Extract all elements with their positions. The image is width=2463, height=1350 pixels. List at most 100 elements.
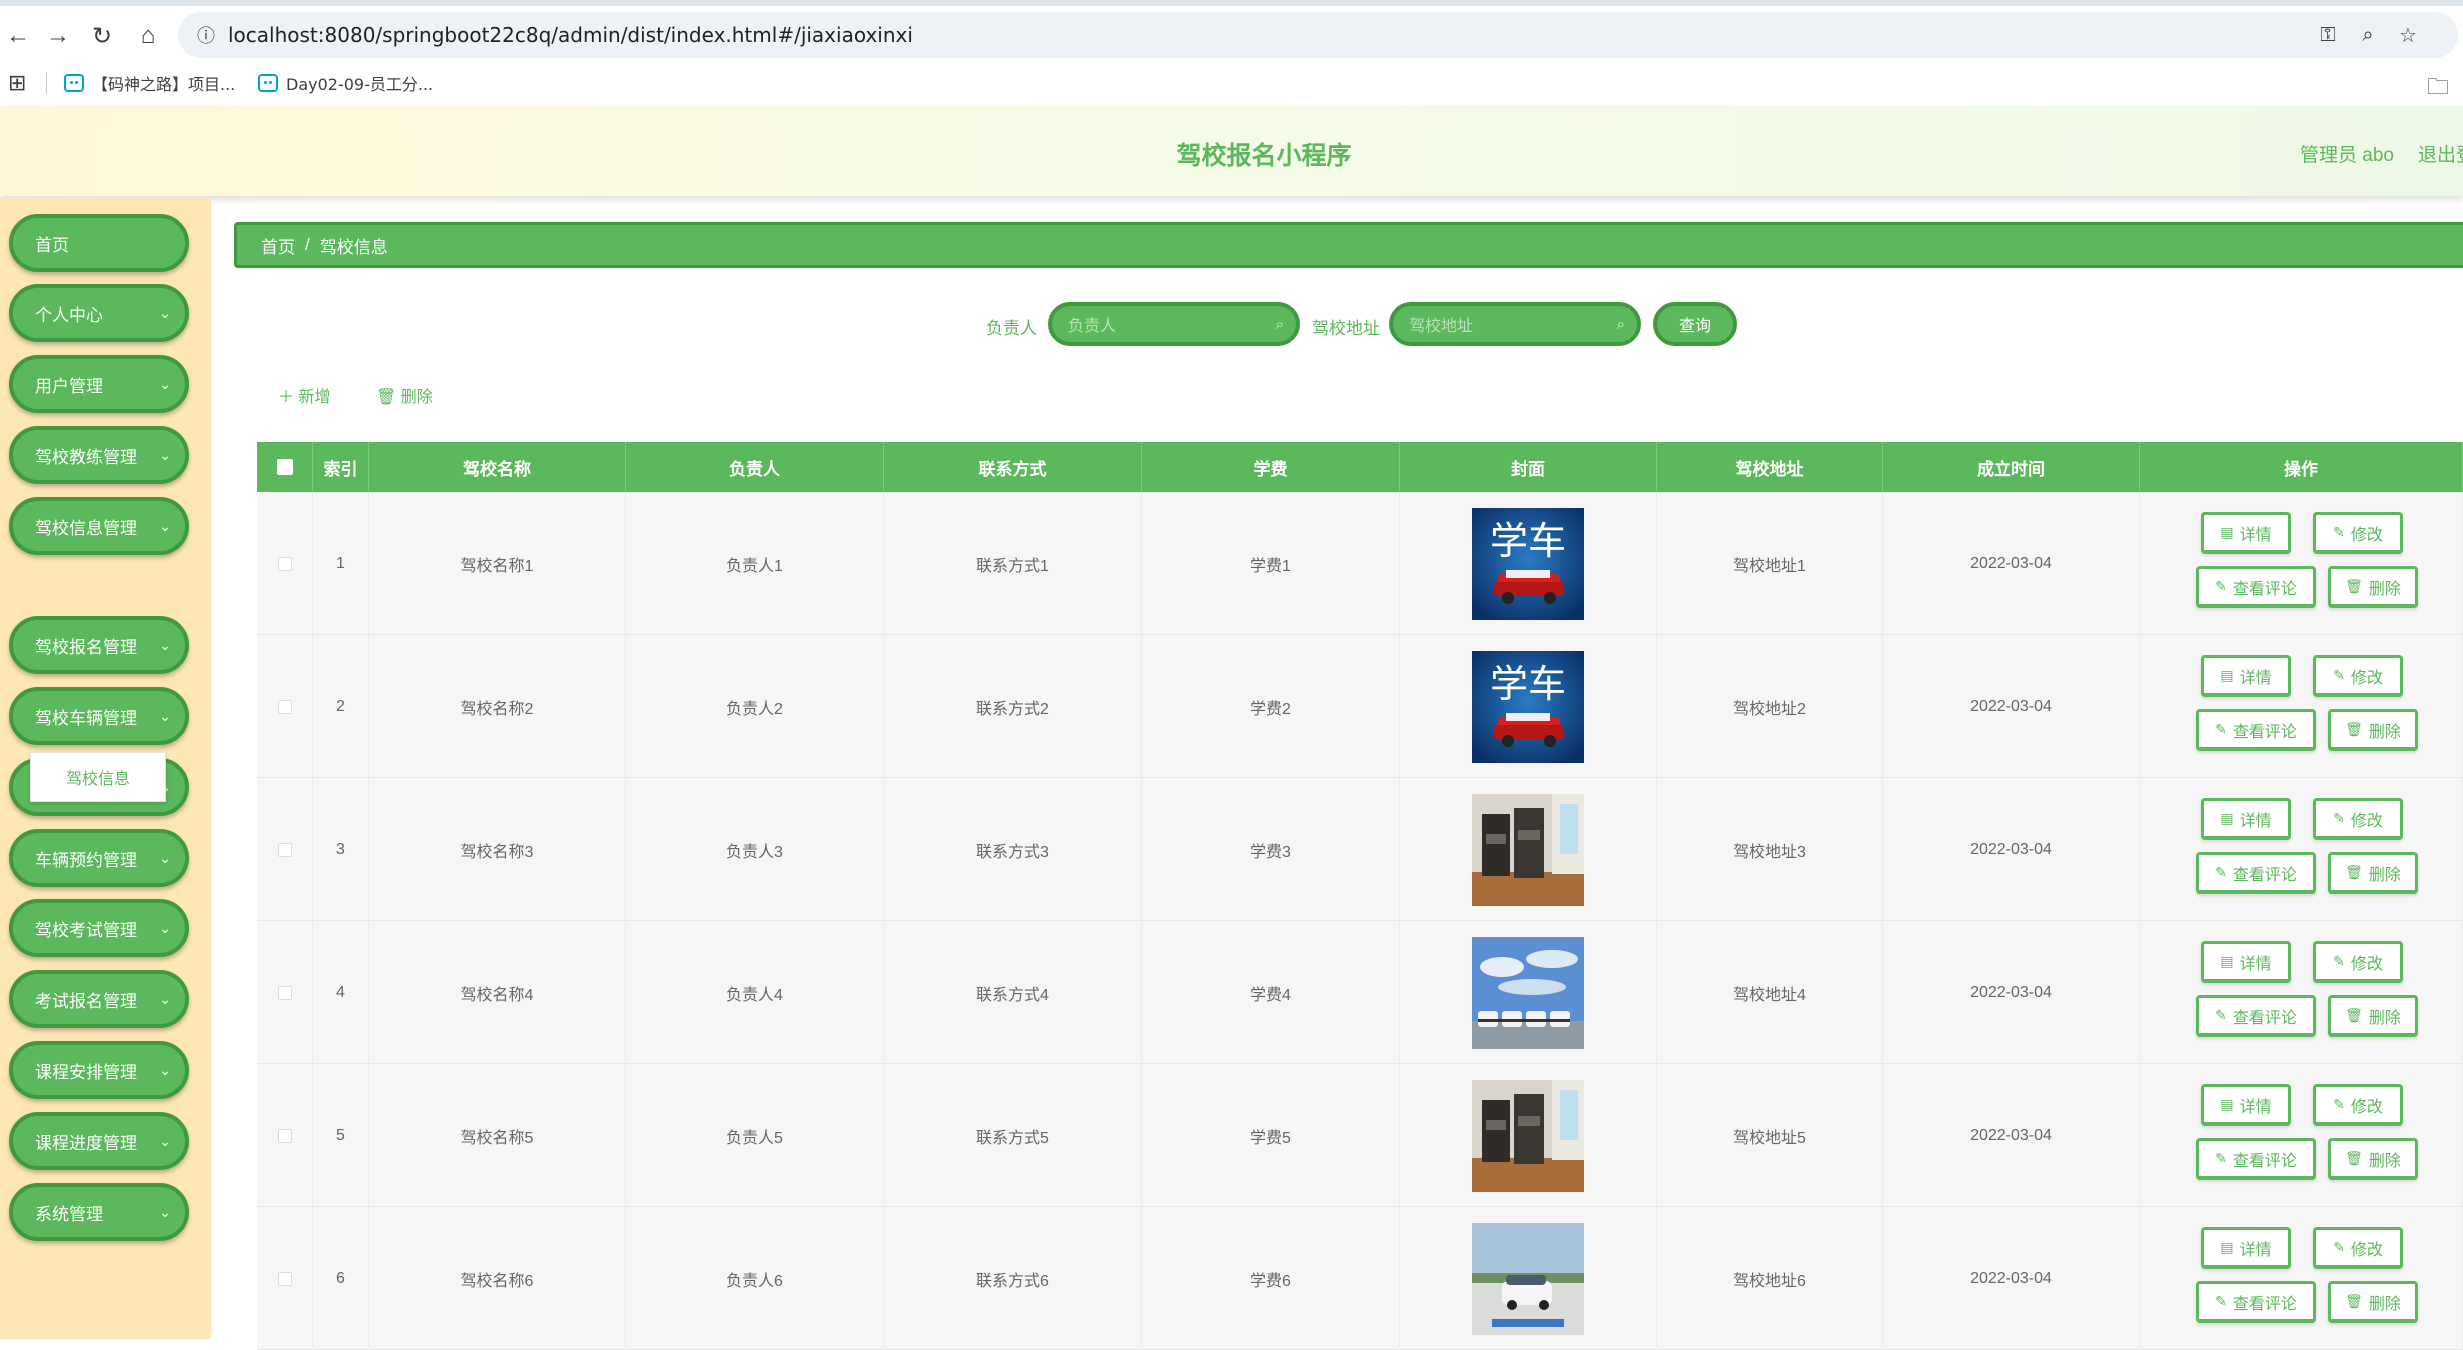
button-label: 查看评论: [2232, 1152, 2297, 1170]
cell-name: 驾校名称5: [369, 1064, 626, 1207]
detail-button[interactable]: ▤ 详情: [2201, 798, 2291, 840]
pencil-icon: ✎: [2333, 1096, 2345, 1112]
view-comments-button[interactable]: ✎ 查看评论: [2196, 852, 2316, 894]
sidebar-item-label: 驾校考试管理: [35, 920, 137, 940]
column-header: 驾校地址: [1657, 442, 1883, 492]
breadcrumb: 首页 / 驾校信息: [234, 222, 2463, 268]
edit-button[interactable]: ✎ 修改: [2313, 655, 2403, 697]
sidebar-item-label: 车辆预约管理: [35, 850, 137, 870]
row-checkbox[interactable]: [277, 699, 292, 714]
column-header: 驾校名称: [369, 442, 626, 492]
cell-contact: 联系方式1: [884, 492, 1142, 635]
chevron-down-icon: ⌄: [159, 637, 171, 653]
edit-button[interactable]: ✎ 修改: [2313, 1084, 2403, 1126]
button-label: 查看评论: [2232, 1295, 2297, 1313]
sidebar-item[interactable]: 驾校信息管理 ⌄: [9, 497, 189, 555]
sidebar-item[interactable]: 考试报名管理 ⌄: [9, 970, 189, 1028]
row-checkbox[interactable]: [277, 1128, 292, 1143]
url-text[interactable]: localhost:8080/springboot22c8q/admin/dis…: [228, 23, 913, 47]
sidebar-item[interactable]: 驾校车辆管理 ⌄: [9, 687, 189, 745]
zoom-icon[interactable]: ⌕: [2354, 21, 2382, 49]
delete-button[interactable]: 🗑 删除: [2328, 852, 2418, 894]
cell-founded: 2022-03-04: [1883, 778, 2140, 921]
bookmark-item[interactable]: Day02-09-员工分...: [258, 70, 433, 96]
cell-contact: 联系方式4: [884, 921, 1142, 1064]
sidebar-item-label: 驾校教练管理: [35, 447, 137, 467]
cell-founded: 2022-03-04: [1883, 1207, 2140, 1350]
row-checkbox[interactable]: [277, 1271, 292, 1286]
row-checkbox[interactable]: [277, 842, 292, 857]
row-checkbox[interactable]: [277, 985, 292, 1000]
star-icon[interactable]: ☆: [2394, 21, 2422, 49]
view-comments-button[interactable]: ✎ 查看评论: [2196, 995, 2316, 1037]
button-label: 查看评论: [2232, 580, 2297, 598]
edit-button[interactable]: ✎ 修改: [2313, 1227, 2403, 1269]
sidebar-item[interactable]: 课程安排管理 ⌄: [9, 1041, 189, 1099]
cell-fee: 学费6: [1142, 1207, 1400, 1350]
document-icon: ▤: [2220, 667, 2234, 683]
batch-delete-button[interactable]: 🗑 删除: [376, 383, 433, 407]
sidebar-item[interactable]: 用户管理 ⌄: [9, 355, 189, 413]
edit-button[interactable]: ✎ 修改: [2313, 941, 2403, 983]
sidebar-item[interactable]: 系统管理 ⌄: [9, 1183, 189, 1241]
site-info-icon[interactable]: ⓘ: [192, 21, 220, 49]
forward-arrow-icon[interactable]: →: [40, 18, 76, 54]
pencil-icon: ✎: [2333, 524, 2345, 540]
select-all-checkbox[interactable]: [276, 459, 293, 475]
sidebar-item[interactable]: 课程进度管理 ⌄: [9, 1112, 189, 1170]
admin-user-label[interactable]: 管理员 abo: [2300, 140, 2394, 167]
cover-image: 学车: [1472, 507, 1584, 620]
delete-button[interactable]: 🗑 删除: [2328, 1138, 2418, 1180]
row-checkbox[interactable]: [277, 556, 292, 571]
view-comments-button[interactable]: ✎ 查看评论: [2196, 1281, 2316, 1323]
key-icon[interactable]: ⚿: [2314, 21, 2342, 49]
search-input-manager[interactable]: 负责人 ⌕: [1048, 302, 1300, 346]
breadcrumb-home[interactable]: 首页: [261, 233, 295, 258]
cover-image: [1472, 793, 1584, 906]
operations-cell: ▤ 详情 ✎ 修改 ✎ 查看评论 🗑 删除: [2140, 492, 2463, 635]
view-comments-button[interactable]: ✎ 查看评论: [2196, 709, 2316, 751]
view-comments-button[interactable]: ✎ 查看评论: [2196, 566, 2316, 608]
home-icon[interactable]: ⌂: [130, 18, 166, 54]
cell-manager: 负责人6: [626, 1207, 884, 1350]
column-header: 封面: [1400, 442, 1657, 492]
back-arrow-icon[interactable]: ←: [0, 18, 36, 54]
reload-icon[interactable]: ↻: [84, 18, 120, 54]
search-input-address[interactable]: 驾校地址 ⌕: [1389, 302, 1641, 346]
detail-button[interactable]: ▤ 详情: [2201, 1084, 2291, 1126]
detail-button[interactable]: ▤ 详情: [2201, 512, 2291, 554]
detail-button[interactable]: ▤ 详情: [2201, 941, 2291, 983]
detail-button[interactable]: ▤ 详情: [2201, 1227, 2291, 1269]
address-bar[interactable]: ⓘ localhost:8080/springboot22c8q/admin/d…: [178, 12, 2458, 58]
row-checkbox-cell: [257, 1064, 313, 1207]
pencil-icon: ✎: [2215, 864, 2227, 880]
sidebar-item[interactable]: 驾校教练管理 ⌄: [9, 426, 189, 484]
query-button[interactable]: 查询: [1653, 302, 1737, 346]
app-header: 驾校报名小程序 管理员 abo 退出登录: [0, 106, 2463, 196]
view-comments-button[interactable]: ✎ 查看评论: [2196, 1138, 2316, 1180]
delete-button[interactable]: 🗑 删除: [2328, 709, 2418, 751]
sidebar-item[interactable]: 首页: [9, 214, 189, 272]
submenu-item-driving-school-info[interactable]: 驾校信息: [30, 752, 166, 802]
sidebar-item[interactable]: 个人中心 ⌄: [9, 284, 189, 342]
sidebar-item-label: 驾校车辆管理: [35, 708, 137, 728]
pencil-icon: ✎: [2333, 667, 2345, 683]
detail-button[interactable]: ▤ 详情: [2201, 655, 2291, 697]
cell-contact: 联系方式6: [884, 1207, 1142, 1350]
edit-button[interactable]: ✎ 修改: [2313, 798, 2403, 840]
delete-button[interactable]: 🗑 删除: [2328, 1281, 2418, 1323]
edit-button[interactable]: ✎ 修改: [2313, 512, 2403, 554]
search-icon: ⌕: [1616, 316, 1625, 333]
cell-index: 6: [313, 1207, 369, 1350]
add-button[interactable]: ＋ 新增: [278, 383, 330, 407]
delete-button[interactable]: 🗑 删除: [2328, 566, 2418, 608]
apps-grid-icon[interactable]: ⊞: [8, 70, 26, 96]
logout-link[interactable]: 退出登录: [2418, 140, 2463, 167]
bookmark-item[interactable]: 【码神之路】项目...: [64, 70, 235, 96]
sidebar-item[interactable]: 驾校考试管理 ⌄: [9, 899, 189, 957]
sidebar-item[interactable]: 驾校报名管理 ⌄: [9, 616, 189, 674]
column-header: 成立时间: [1883, 442, 2140, 492]
folder-icon[interactable]: 🗀: [2427, 70, 2449, 108]
sidebar-item[interactable]: 车辆预约管理 ⌄: [9, 829, 189, 887]
delete-button[interactable]: 🗑 删除: [2328, 995, 2418, 1037]
